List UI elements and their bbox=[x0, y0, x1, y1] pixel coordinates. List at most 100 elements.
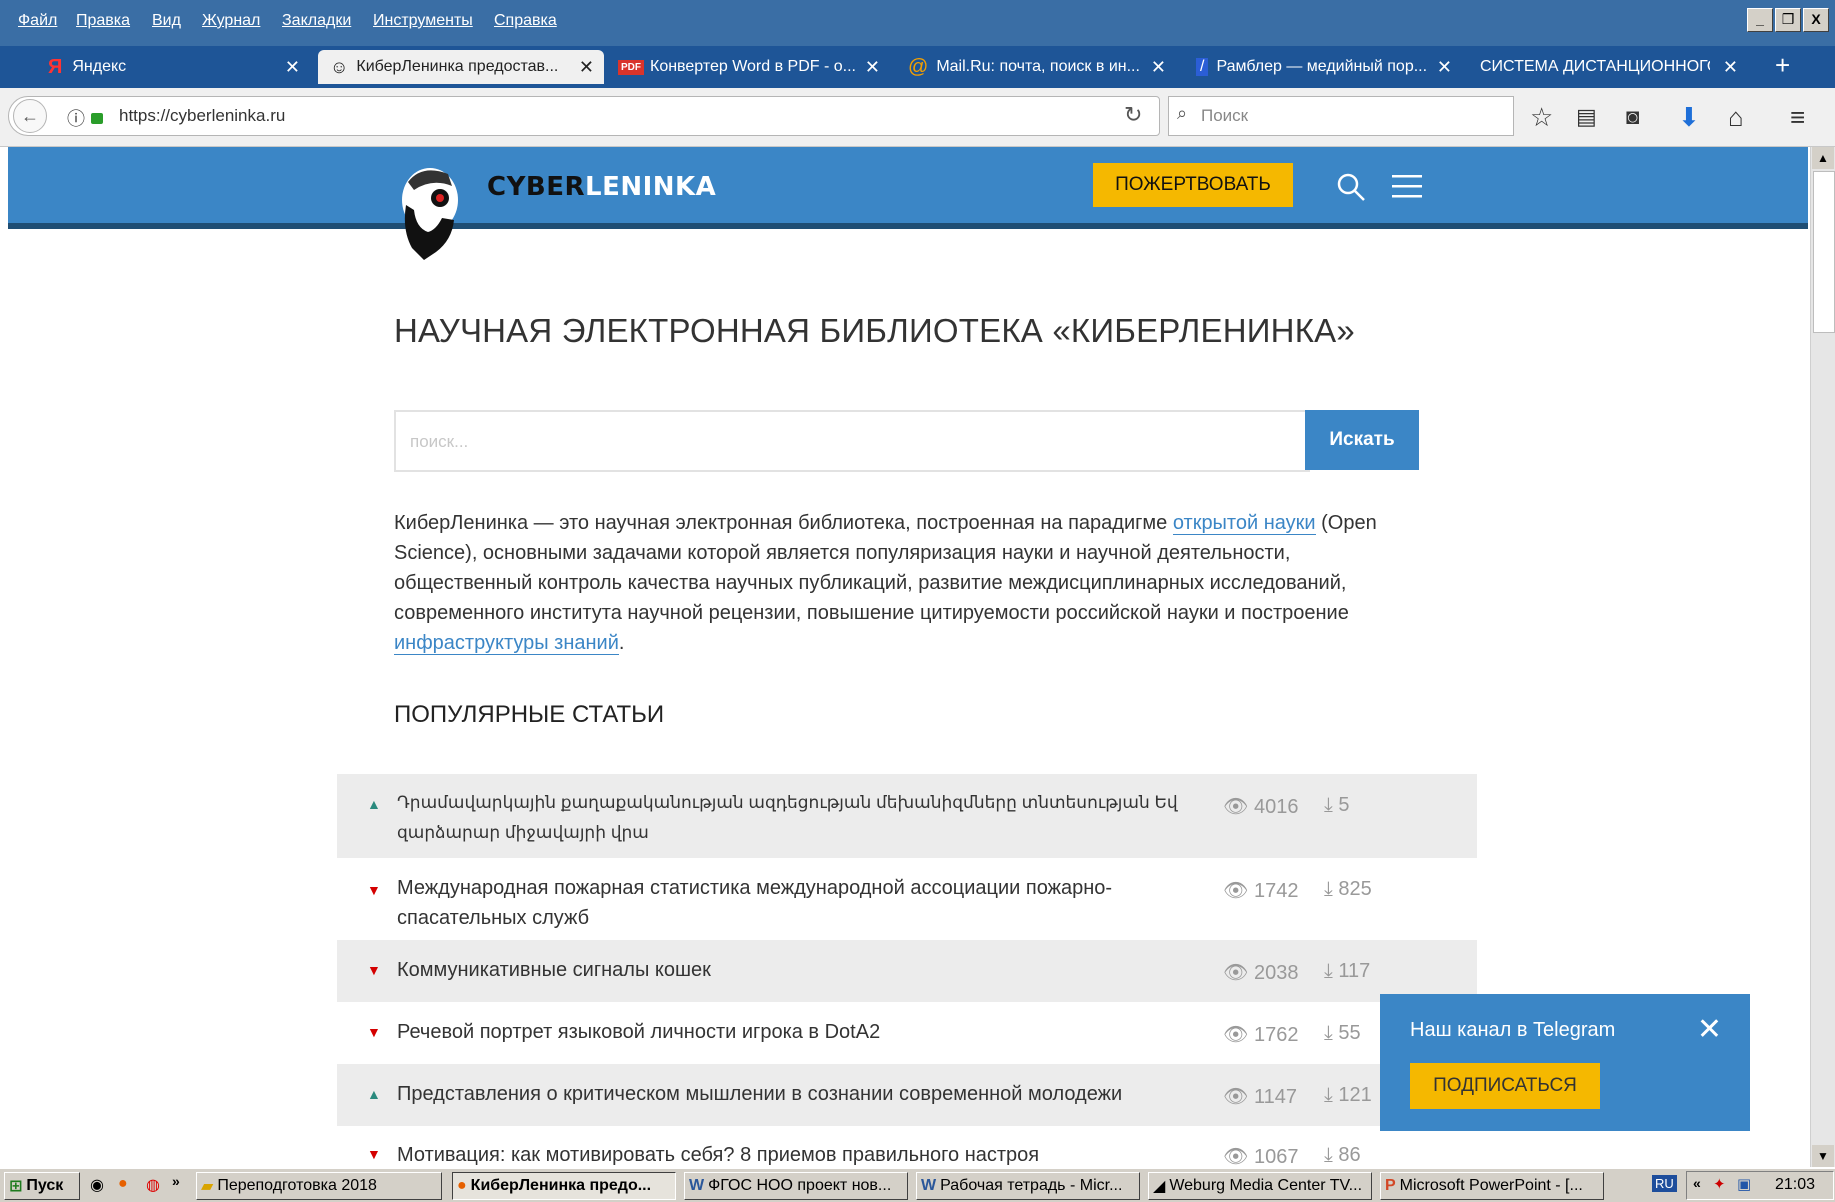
scrollbar-thumb[interactable] bbox=[1813, 171, 1835, 333]
taskbar-item-weburg[interactable]: ◢ Weburg Media Center TV... bbox=[1148, 1172, 1372, 1200]
close-tab-icon[interactable]: ✕ bbox=[1151, 57, 1166, 78]
menu-tools[interactable]: Инструменты bbox=[373, 12, 473, 30]
search-icon[interactable] bbox=[1336, 172, 1366, 202]
taskbar-item-word-fgos[interactable]: W ФГОС НОО проект нов... bbox=[684, 1172, 908, 1200]
knowledge-infrastructure-link[interactable]: инфраструктуры знаний bbox=[394, 632, 619, 655]
tab-strip: Я Яндекс ✕ ☺ КиберЛенинка предостав... ✕… bbox=[0, 46, 1835, 88]
downloads-count: ⤓ 55 bbox=[1324, 1022, 1361, 1044]
firefox-icon: ● bbox=[457, 1177, 467, 1194]
opera-icon[interactable]: ◍ bbox=[146, 1175, 160, 1195]
article-row[interactable]: ▼ Мотивация: как мотивировать себя? 8 пр… bbox=[337, 1126, 1477, 1167]
tab-distance-system[interactable]: СИСТЕМА ДИСТАНЦИОННОГО ... ✕ bbox=[1470, 50, 1748, 84]
tab-yandex[interactable]: Я Яндекс ✕ bbox=[10, 50, 310, 84]
article-title[interactable]: Դրամավարկային քաղաքականության ազդեցությա… bbox=[397, 788, 1207, 848]
close-tab-icon[interactable]: ✕ bbox=[1437, 57, 1452, 78]
article-title[interactable]: Международная пожарная статистика междун… bbox=[397, 873, 1187, 933]
downloads-count: ⤓ 86 bbox=[1324, 1144, 1361, 1166]
article-row[interactable]: ▲ Դրամավարկային քաղաքականության ազդեցութ… bbox=[337, 774, 1477, 858]
page-scrollbar[interactable]: ▲ ▼ bbox=[1810, 147, 1835, 1167]
page-title: НАУЧНАЯ ЭЛЕКТРОННАЯ БИБЛИОТЕКА «КИБЕРЛЕН… bbox=[394, 312, 1355, 349]
menu-view[interactable]: Вид bbox=[152, 12, 181, 30]
home-icon[interactable]: ⌂ bbox=[1728, 102, 1744, 133]
bookmark-star-icon[interactable]: ☆ bbox=[1530, 102, 1553, 133]
article-title[interactable]: Речевой портрет языковой личности игрока… bbox=[397, 1017, 880, 1047]
site-logo-text[interactable]: CYBERLENINKA bbox=[487, 172, 716, 202]
tray-expand-icon[interactable]: « bbox=[1693, 1175, 1701, 1191]
close-tab-icon[interactable]: ✕ bbox=[1723, 57, 1738, 78]
article-row[interactable]: ▼ Речевой портрет языковой личности игро… bbox=[337, 1002, 1477, 1064]
close-tab-icon[interactable]: ✕ bbox=[579, 57, 594, 78]
language-indicator[interactable]: RU bbox=[1652, 1175, 1677, 1192]
menu-hamburger-icon[interactable]: ≡ bbox=[1790, 102, 1805, 133]
tab-mailru[interactable]: @ Mail.Ru: почта, поиск в ин... ✕ bbox=[898, 50, 1176, 84]
close-icon[interactable]: ✕ bbox=[1697, 1012, 1722, 1047]
quicklaunch-more-icon[interactable]: » bbox=[172, 1173, 180, 1189]
trend-down-icon: ▼ bbox=[367, 1146, 381, 1162]
menu-file[interactable]: Файл bbox=[18, 12, 57, 30]
new-tab-icon[interactable]: + bbox=[1775, 50, 1790, 81]
article-title[interactable]: Коммуникативные сигналы кошек bbox=[397, 955, 711, 985]
menu-bookmarks[interactable]: Закладки bbox=[282, 12, 351, 30]
views-count: 👁 2038 bbox=[1223, 962, 1299, 984]
views-count: 👁 1742 bbox=[1223, 880, 1299, 902]
info-icon[interactable]: ⓘ bbox=[67, 105, 85, 131]
taskbar-item-powerpoint[interactable]: P Microsoft PowerPoint - [... bbox=[1380, 1172, 1604, 1200]
network-icon[interactable]: ▣ bbox=[1737, 1175, 1751, 1193]
telegram-popup-title: Наш канал в Telegram bbox=[1410, 1019, 1616, 1041]
pocket-icon[interactable]: ◙ bbox=[1626, 104, 1639, 130]
downloads-count: ⤓ 5 bbox=[1324, 794, 1350, 816]
tab-cyberleninka[interactable]: ☺ КиберЛенинка предостав... ✕ bbox=[318, 50, 604, 84]
powerpoint-icon: P bbox=[1385, 1177, 1396, 1194]
article-row[interactable]: ▼ Коммуникативные сигналы кошек 👁 2038 ⤓… bbox=[337, 940, 1477, 1002]
search-input[interactable]: поиск... bbox=[394, 410, 1310, 472]
search-button[interactable]: Искать bbox=[1305, 410, 1419, 470]
taskbar-item-folder[interactable]: ▰ Переподготовка 2018 bbox=[196, 1172, 442, 1200]
cyberleninka-icon: ☺ bbox=[330, 56, 349, 77]
reading-list-icon[interactable]: ▤ bbox=[1576, 104, 1597, 130]
taskbar-item-cyberleninka[interactable]: ● КиберЛенинка предо... bbox=[452, 1172, 676, 1200]
taskbar-item-word-workbook[interactable]: W Рабочая тетрадь - Micr... bbox=[916, 1172, 1140, 1200]
antivirus-icon[interactable]: ✦ bbox=[1713, 1175, 1726, 1193]
open-science-link[interactable]: открытой науки bbox=[1172, 512, 1316, 535]
article-row[interactable]: ▲ Представления о критическом мышлении в… bbox=[337, 1064, 1477, 1126]
menu-edit[interactable]: Правка bbox=[76, 12, 130, 30]
article-row[interactable]: ▼ Международная пожарная статистика межд… bbox=[337, 858, 1477, 940]
system-tray: « ✦ ▣ 21:03 bbox=[1686, 1171, 1834, 1200]
article-title[interactable]: Представления о критическом мышлении в с… bbox=[397, 1079, 1122, 1109]
donate-button[interactable]: ПОЖЕРТВОВАТЬ bbox=[1093, 163, 1293, 207]
article-title[interactable]: Мотивация: как мотивировать себя? 8 прие… bbox=[397, 1140, 1039, 1167]
folder-icon: ▰ bbox=[201, 1178, 214, 1195]
site-header bbox=[8, 147, 1808, 229]
url-bar[interactable]: ← ⓘ https://cyberleninka.ru ↻ bbox=[8, 96, 1160, 136]
scroll-up-arrow-icon[interactable]: ▲ bbox=[1812, 147, 1834, 169]
trend-down-icon: ▼ bbox=[367, 882, 381, 898]
downloads-count: ⤓ 117 bbox=[1324, 960, 1371, 982]
close-tab-icon[interactable]: ✕ bbox=[865, 57, 880, 78]
menu-history[interactable]: Журнал bbox=[202, 12, 260, 30]
reload-icon[interactable]: ↻ bbox=[1124, 102, 1142, 128]
url-text: https://cyberleninka.ru bbox=[119, 106, 286, 125]
tab-pdf-converter[interactable]: PDF Конвертер Word в PDF - о... ✕ bbox=[612, 50, 890, 84]
intro-paragraph: КиберЛенинка — это научная электронная б… bbox=[394, 512, 1377, 655]
minimize-button[interactable]: _ bbox=[1747, 8, 1773, 32]
subscribe-button[interactable]: ПОДПИСАТЬСЯ bbox=[1410, 1063, 1600, 1109]
chrome-icon[interactable]: ◉ bbox=[90, 1175, 104, 1195]
menu-icon[interactable] bbox=[1392, 174, 1422, 200]
windows-taskbar: ⊞ Пуск ◉ ● ◍ » ▰ Переподготовка 2018 ● Киб… bbox=[0, 1167, 1835, 1202]
trend-down-icon: ▼ bbox=[367, 962, 381, 978]
firefox-icon[interactable]: ● bbox=[118, 1175, 128, 1193]
web-search-input[interactable]: ⌕ Поиск bbox=[1168, 96, 1514, 136]
restore-button[interactable]: ❒ bbox=[1775, 8, 1801, 32]
back-icon[interactable]: ← bbox=[13, 99, 47, 133]
menu-help[interactable]: Справка bbox=[494, 12, 557, 30]
tab-rambler[interactable]: / Рамблер — медийный пор... ✕ bbox=[1184, 50, 1462, 84]
start-button[interactable]: ⊞ Пуск bbox=[4, 1172, 80, 1200]
views-count: 👁 1762 bbox=[1223, 1024, 1299, 1046]
close-window-button[interactable]: X bbox=[1803, 8, 1829, 32]
trend-down-icon: ▼ bbox=[367, 1024, 381, 1040]
scroll-down-arrow-icon[interactable]: ▼ bbox=[1812, 1145, 1834, 1167]
downloads-icon[interactable]: ⬇ bbox=[1678, 102, 1700, 133]
browser-menubar: Файл Правка Вид Журнал Закладки Инструме… bbox=[0, 0, 1835, 46]
close-tab-icon[interactable]: ✕ bbox=[285, 57, 300, 78]
lenin-logo-icon[interactable] bbox=[392, 160, 472, 260]
